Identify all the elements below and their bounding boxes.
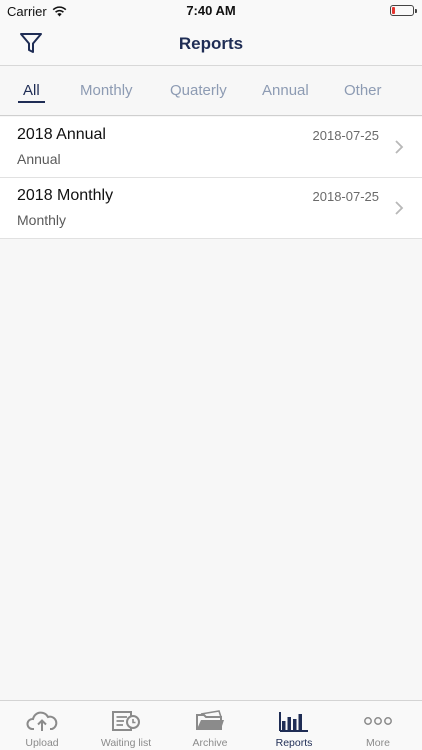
status-bar: Carrier 7:40 AM bbox=[0, 0, 422, 22]
tab-waiting-list[interactable]: Waiting list bbox=[84, 701, 168, 750]
list-item[interactable]: 2018 Annual Annual 2018-07-25 bbox=[0, 117, 422, 178]
report-list: 2018 Annual Annual 2018-07-25 2018 Month… bbox=[0, 117, 422, 239]
filter-tabs: All Monthly Quaterly Annual Other bbox=[0, 66, 422, 116]
cloud-upload-icon bbox=[26, 711, 58, 731]
more-dots-icon bbox=[364, 717, 392, 725]
tab-upload[interactable]: Upload bbox=[0, 701, 84, 750]
tab-label: Waiting list bbox=[100, 737, 152, 749]
report-title: 2018 Annual bbox=[17, 126, 106, 143]
tab-all[interactable]: All bbox=[23, 82, 40, 99]
navigation-bar: Reports bbox=[0, 22, 422, 66]
report-date: 2018-07-25 bbox=[312, 128, 380, 143]
tab-quaterly[interactable]: Quaterly bbox=[170, 82, 227, 99]
tab-label: Upload bbox=[25, 737, 59, 749]
clock: 7:40 AM bbox=[186, 3, 236, 18]
tab-reports[interactable]: Reports bbox=[252, 701, 336, 750]
bar-chart-icon bbox=[279, 712, 308, 732]
report-type: Annual bbox=[17, 151, 61, 167]
tab-more[interactable]: More bbox=[336, 701, 420, 750]
report-date: 2018-07-25 bbox=[312, 189, 380, 204]
tab-label: More bbox=[366, 737, 390, 749]
document-clock-icon bbox=[112, 711, 140, 731]
report-title: 2018 Monthly bbox=[17, 187, 114, 204]
chevron-right-icon bbox=[395, 201, 404, 215]
list-item[interactable]: 2018 Monthly Monthly 2018-07-25 bbox=[0, 178, 422, 239]
page-title: Reports bbox=[178, 34, 244, 53]
chevron-right-icon bbox=[395, 140, 404, 154]
tab-annual[interactable]: Annual bbox=[262, 82, 309, 99]
tab-archive[interactable]: Archive bbox=[168, 701, 252, 750]
archive-folder-icon bbox=[196, 710, 224, 730]
tab-other[interactable]: Other bbox=[344, 82, 382, 99]
tab-active-indicator bbox=[18, 101, 45, 103]
battery-icon bbox=[390, 5, 417, 16]
report-type: Monthly bbox=[17, 212, 67, 228]
tab-monthly[interactable]: Monthly bbox=[80, 82, 133, 99]
tab-bar: Upload Waiting list Archive Reports More bbox=[0, 700, 422, 750]
tab-label: Reports bbox=[275, 737, 313, 749]
tab-label: Archive bbox=[192, 737, 228, 749]
